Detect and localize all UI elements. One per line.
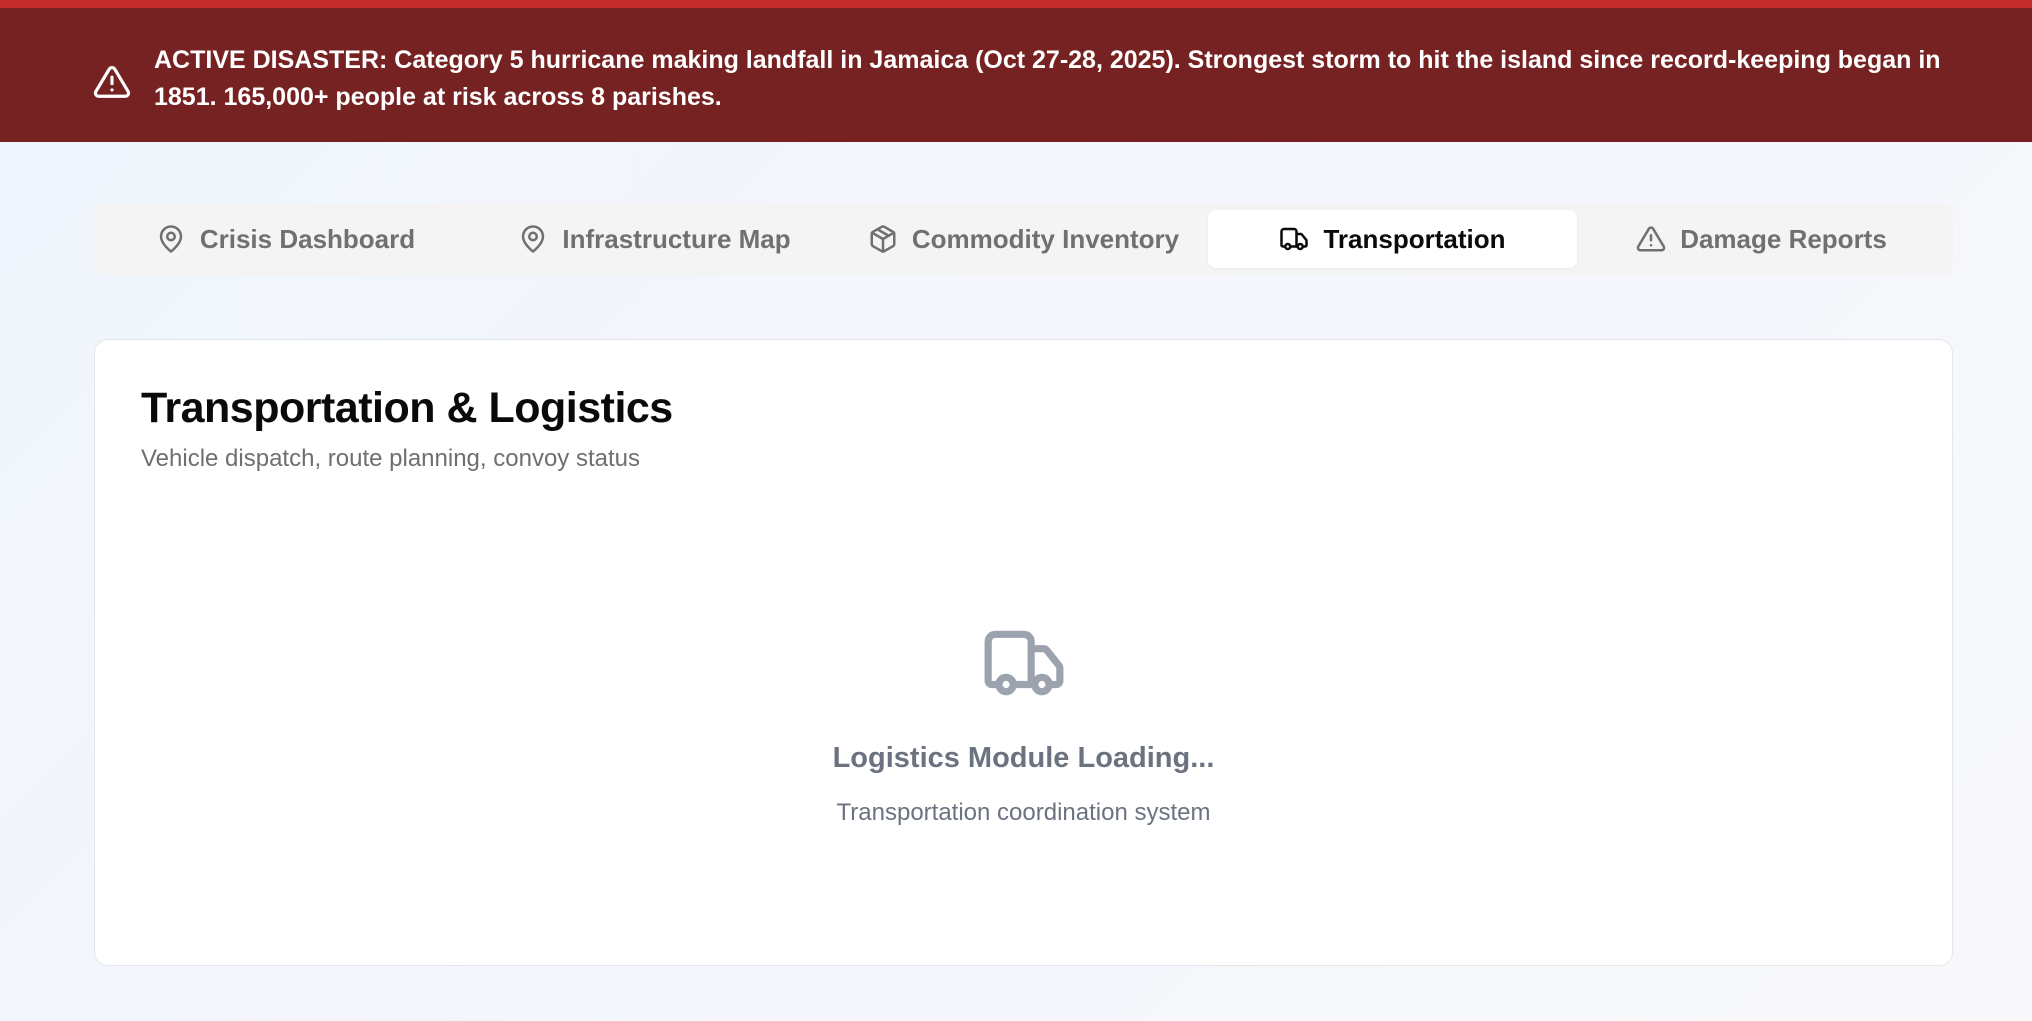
alert-triangle-icon [1636, 226, 1666, 252]
tab-transportation[interactable]: Transportation [1208, 210, 1577, 268]
alert-body: Category 5 hurricane making landfall in … [154, 46, 1941, 111]
page-subtitle: Vehicle dispatch, route planning, convoy… [141, 445, 640, 472]
loading-title: Logistics Module Loading... [832, 742, 1215, 774]
main-tab-bar: Crisis Dashboard Infrastructure Map Comm… [94, 203, 1953, 275]
tab-commodity-inventory[interactable]: Commodity Inventory [839, 210, 1208, 268]
tab-label: Commodity Inventory [911, 223, 1180, 254]
package-icon [870, 225, 896, 253]
tab-label: Crisis Dashboard [199, 223, 416, 254]
disaster-alert-banner: ACTIVE DISASTER: Category 5 hurricane ma… [0, 0, 2032, 142]
transportation-panel: Transportation & Logistics Vehicle dispa… [94, 339, 1953, 966]
map-pin-icon [522, 225, 545, 253]
tab-label: Transportation [1323, 223, 1506, 254]
map-pin-icon [159, 225, 183, 253]
loading-state: Logistics Module Loading... Transportati… [95, 620, 1952, 827]
truck-icon [1280, 227, 1309, 251]
page-title: Transportation & Logistics [141, 384, 673, 432]
tab-label: Infrastructure Map [562, 223, 791, 254]
tab-damage-reports[interactable]: Damage Reports [1577, 210, 1946, 268]
tab-label: Damage Reports [1680, 223, 1887, 254]
alert-message: ACTIVE DISASTER: Category 5 hurricane ma… [154, 42, 1942, 116]
loading-description: Transportation coordination system [836, 799, 1211, 826]
alert-label: ACTIVE DISASTER: [154, 46, 388, 74]
truck-icon [984, 630, 1063, 696]
alert-triangle-icon [93, 66, 131, 98]
tab-infrastructure-map[interactable]: Infrastructure Map [470, 210, 839, 268]
tab-crisis-dashboard[interactable]: Crisis Dashboard [101, 210, 470, 268]
